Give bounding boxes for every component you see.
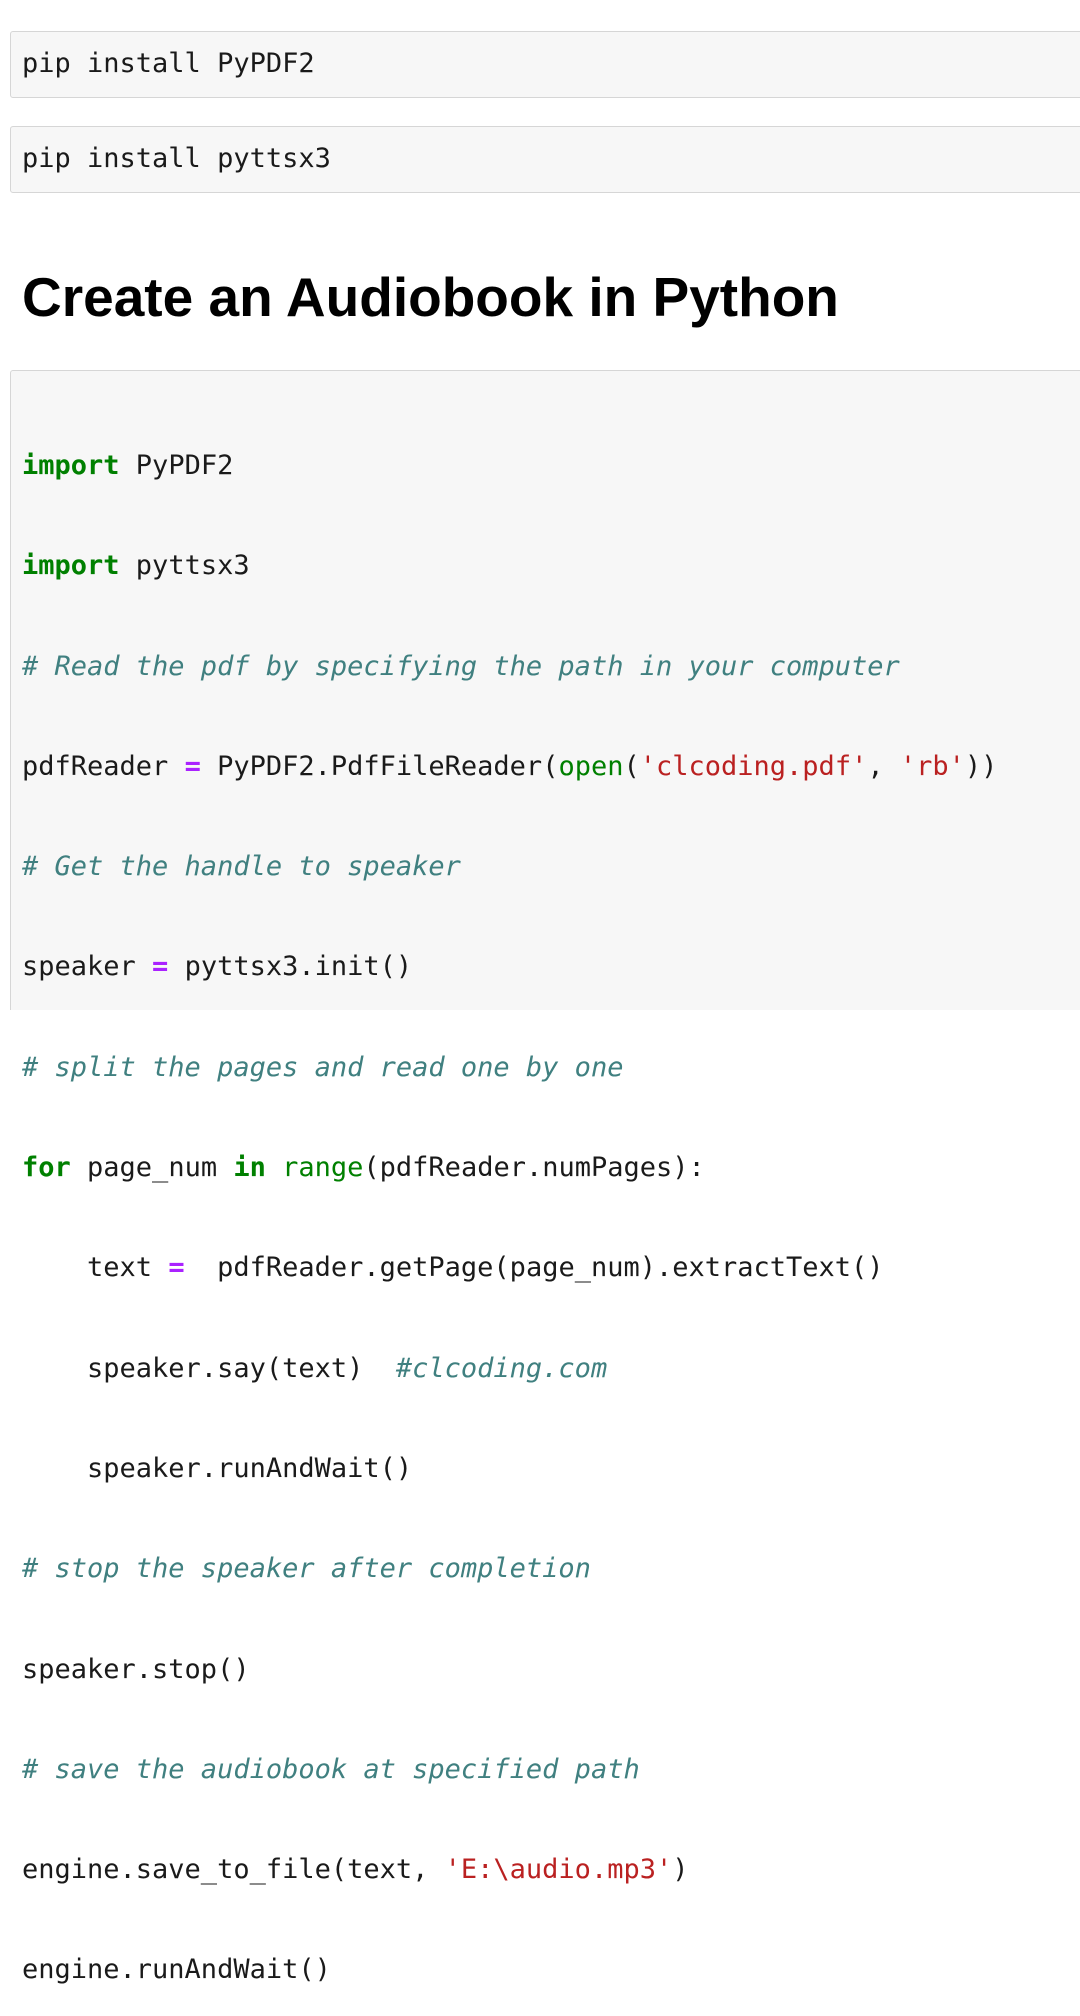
code-token: pdfReader.getPage(page_num).extractText(… [184, 1252, 884, 1284]
operator-token: = [168, 1252, 185, 1284]
code-token: pyttsx3.init() [168, 951, 413, 983]
comment-token: # Get the handle to speaker [22, 851, 461, 883]
code-token: speaker.stop() [22, 1653, 250, 1685]
comment-token: # save the audiobook at specified path [22, 1753, 640, 1785]
code-token: speaker.runAndWait() [22, 1452, 413, 1484]
code-cell-audiobook[interactable]: import PyPDF2 import pyttsx3 # Read the … [10, 370, 1080, 1985]
code-line: # stop the speaker after completion [22, 1550, 997, 1588]
code-token: page_num [70, 1152, 234, 1184]
markdown-heading: Create an Audiobook in Python [22, 266, 839, 328]
comment-token: # Read the pdf by specifying the path in… [22, 650, 900, 682]
code-block: import PyPDF2 import pyttsx3 # Read the … [22, 385, 997, 2016]
string-token: 'E:\audio.mp3' [444, 1854, 673, 1886]
builtin-token: range [282, 1152, 364, 1184]
code-token: text [22, 1252, 169, 1284]
keyword-token: in [233, 1152, 266, 1184]
code-token: ( [623, 750, 640, 782]
code-token: speaker [22, 951, 153, 983]
code-line: pdfReader = PyPDF2.PdfFileReader(open('c… [22, 748, 997, 786]
code-line: # save the audiobook at specified path [22, 1751, 997, 1789]
code-token: engine.save_to_file(text, [22, 1854, 445, 1886]
code-cell-install-pypdf2[interactable]: pip install PyPDF2 [10, 31, 1080, 98]
code-line: engine.runAndWait() [22, 1951, 997, 1989]
comment-token: # split the pages and read one by one [22, 1051, 624, 1083]
comment-token: # stop the speaker after completion [22, 1553, 591, 1585]
keyword-token: import [22, 550, 120, 582]
code-line: # Read the pdf by specifying the path in… [22, 648, 997, 686]
code-line: for page_num in range(pdfReader.numPages… [22, 1149, 997, 1187]
code-line: text = pdfReader.getPage(page_num).extra… [22, 1249, 997, 1287]
comment-token: #clcoding.com [395, 1352, 608, 1384]
operator-token: = [152, 951, 169, 983]
code-line: speaker = pyttsx3.init() [22, 948, 997, 986]
code-token: , [867, 750, 900, 782]
builtin-token: open [558, 750, 624, 782]
code-line: speaker.runAndWait() [22, 1450, 997, 1488]
code-token: speaker.say(text) [22, 1352, 396, 1384]
keyword-token: for [22, 1152, 71, 1184]
code-token: PyPDF2.PdfFileReader( [200, 750, 559, 782]
code-token: ) [672, 1854, 689, 1886]
code-line: import PyPDF2 [22, 447, 997, 485]
cell-code: pip install pyttsx3 [22, 143, 331, 174]
cell-code: pip install PyPDF2 [22, 48, 315, 79]
code-line: # split the pages and read one by one [22, 1049, 997, 1087]
string-token: 'rb' [899, 750, 965, 782]
keyword-token: import [22, 450, 120, 481]
code-token: PyPDF2 [119, 450, 234, 481]
string-token: 'clcoding.pdf' [639, 750, 868, 782]
code-line: import pyttsx3 [22, 547, 997, 585]
code-line: # Get the handle to speaker [22, 848, 997, 886]
code-token: (pdfReader.numPages): [363, 1152, 705, 1184]
code-token: )) [964, 750, 998, 782]
code-line: speaker.say(text) #clcoding.com [22, 1350, 997, 1388]
code-cell-install-pyttsx3[interactable]: pip install pyttsx3 [10, 126, 1080, 193]
code-line: speaker.stop() [22, 1651, 997, 1689]
code-token: pdfReader [22, 750, 185, 782]
code-token: pyttsx3 [119, 550, 250, 582]
code-token: engine.runAndWait() [22, 1954, 331, 1986]
operator-token: = [184, 750, 201, 782]
code-line: engine.save_to_file(text, 'E:\audio.mp3'… [22, 1851, 997, 1889]
